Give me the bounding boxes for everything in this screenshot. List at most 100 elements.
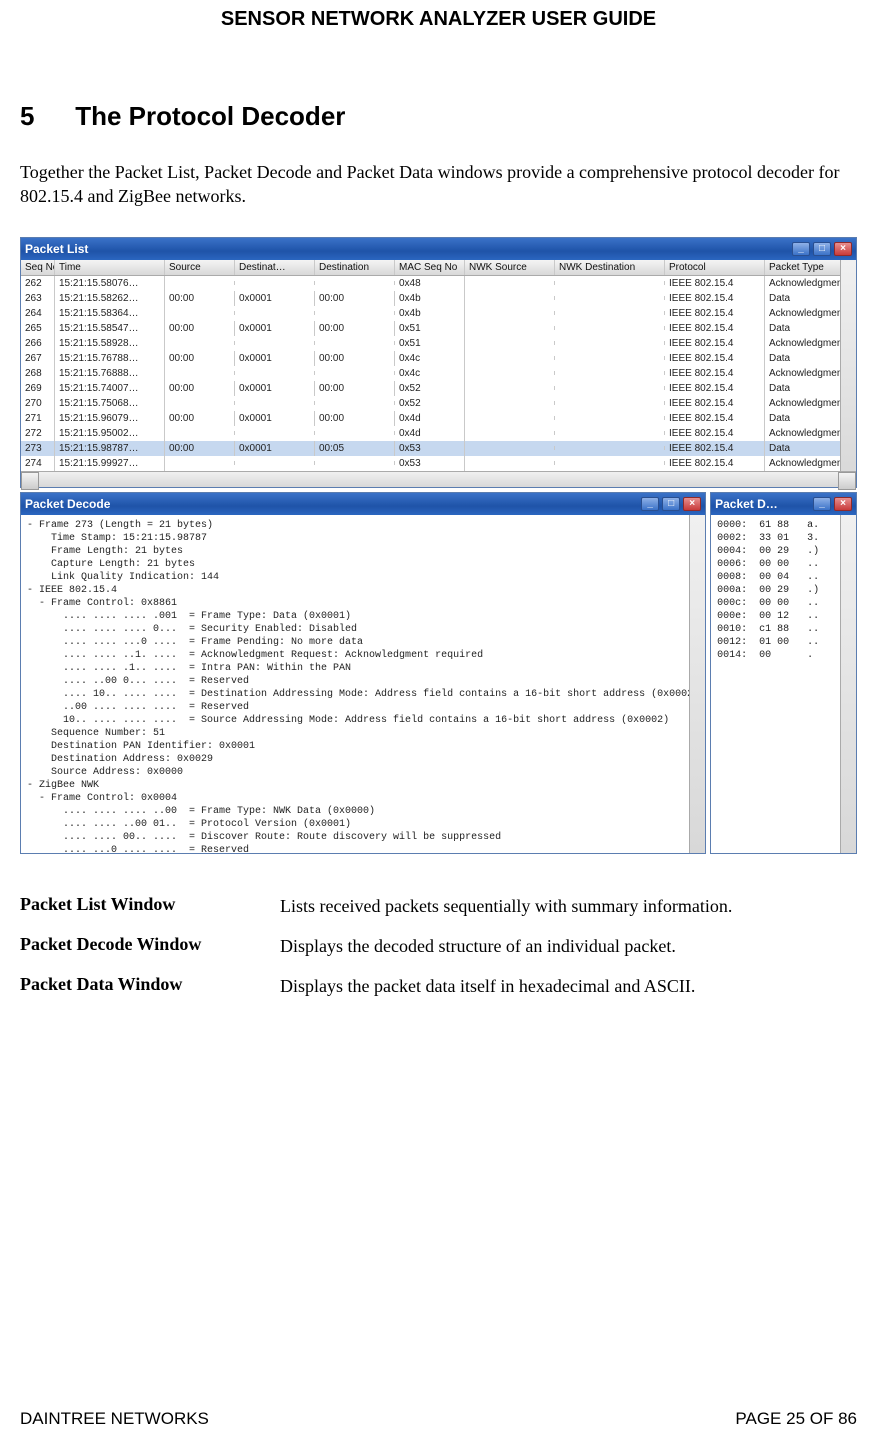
decode-line[interactable]: Link Quality Indication: 144 bbox=[27, 571, 699, 584]
decode-line[interactable]: .... ...0 .... .... = Reserved bbox=[27, 844, 699, 853]
decode-line[interactable]: .... .... .... .001 = Frame Type: Data (… bbox=[27, 610, 699, 623]
hex-line[interactable]: 000c: 00 00 .. bbox=[717, 597, 850, 610]
decode-line[interactable]: - Frame 273 (Length = 21 bytes) bbox=[27, 519, 699, 532]
table-cell: 15:21:15.58364… bbox=[55, 306, 165, 321]
minimize-icon[interactable]: _ bbox=[641, 497, 659, 511]
intro-paragraph: Together the Packet List, Packet Decode … bbox=[20, 160, 857, 209]
decode-line[interactable]: Frame Length: 21 bytes bbox=[27, 545, 699, 558]
decode-line[interactable]: .... .... ..1. .... = Acknowledgment Req… bbox=[27, 649, 699, 662]
close-icon[interactable]: × bbox=[834, 497, 852, 511]
packet-decode-titlebar[interactable]: Packet Decode _ □ × bbox=[21, 493, 705, 515]
table-cell: 15:21:15.74007… bbox=[55, 381, 165, 396]
table-cell bbox=[465, 371, 555, 375]
decode-line[interactable]: Destination PAN Identifier: 0x0001 bbox=[27, 740, 699, 753]
table-cell bbox=[165, 401, 235, 405]
definition-term: Packet Data Window bbox=[20, 974, 280, 998]
col-time[interactable]: Time bbox=[55, 260, 165, 275]
col-protocol[interactable]: Protocol bbox=[665, 260, 765, 275]
hex-line[interactable]: 000a: 00 29 .) bbox=[717, 584, 850, 597]
table-row[interactable]: 27115:21:15.96079…00:000x000100:000x4dIE… bbox=[21, 411, 856, 426]
col-nwk-dst[interactable]: NWK Destination bbox=[555, 260, 665, 275]
table-row[interactable]: 26715:21:15.76788…00:000x000100:000x4cIE… bbox=[21, 351, 856, 366]
decode-line[interactable]: .... .... .... 0... = Security Enabled: … bbox=[27, 623, 699, 636]
decode-line[interactable]: 10.. .... .... .... = Source Addressing … bbox=[27, 714, 699, 727]
packet-list-rows[interactable]: 26215:21:15.58076…0x48IEEE 802.15.4Ackno… bbox=[21, 276, 856, 471]
close-icon[interactable]: × bbox=[683, 497, 701, 511]
decode-line[interactable]: .... .... 00.. .... = Discover Route: Ro… bbox=[27, 831, 699, 844]
table-row[interactable]: 27415:21:15.99927…0x53IEEE 802.15.4Ackno… bbox=[21, 456, 856, 471]
decode-line[interactable]: .... .... .... ..00 = Frame Type: NWK Da… bbox=[27, 805, 699, 818]
decode-line[interactable]: .... .... ...0 .... = Frame Pending: No … bbox=[27, 636, 699, 649]
table-cell bbox=[465, 341, 555, 345]
vertical-scrollbar[interactable] bbox=[689, 515, 705, 853]
minimize-icon[interactable]: _ bbox=[792, 242, 810, 256]
hex-line[interactable]: 0010: c1 88 .. bbox=[717, 623, 850, 636]
table-cell: IEEE 802.15.4 bbox=[665, 351, 765, 366]
decode-line[interactable]: Source Address: 0x0000 bbox=[27, 766, 699, 779]
packet-decode-window: Packet Decode _ □ × - Frame 273 (Length … bbox=[20, 492, 706, 854]
table-cell bbox=[465, 356, 555, 360]
table-row[interactable]: 27215:21:15.95002…0x4dIEEE 802.15.4Ackno… bbox=[21, 426, 856, 441]
table-row[interactable]: 26215:21:15.58076…0x48IEEE 802.15.4Ackno… bbox=[21, 276, 856, 291]
close-icon[interactable]: × bbox=[834, 242, 852, 256]
table-cell: 262 bbox=[21, 276, 55, 291]
table-row[interactable]: 27015:21:15.75068…0x52IEEE 802.15.4Ackno… bbox=[21, 396, 856, 411]
maximize-icon[interactable]: □ bbox=[662, 497, 680, 511]
hex-line[interactable]: 0012: 01 00 .. bbox=[717, 636, 850, 649]
table-cell bbox=[555, 416, 665, 420]
col-mac-seq[interactable]: MAC Seq No bbox=[395, 260, 465, 275]
hex-line[interactable]: 0000: 61 88 a. bbox=[717, 519, 850, 532]
hex-line[interactable]: 000e: 00 12 .. bbox=[717, 610, 850, 623]
table-row[interactable]: 26915:21:15.74007…00:000x000100:000x52IE… bbox=[21, 381, 856, 396]
page-header: SENSOR NETWORK ANALYZER USER GUIDE bbox=[20, 0, 857, 31]
table-row[interactable]: 26415:21:15.58364…0x4bIEEE 802.15.4Ackno… bbox=[21, 306, 856, 321]
col-src[interactable]: Source bbox=[165, 260, 235, 275]
decode-line[interactable]: ..00 .... .... .... = Reserved bbox=[27, 701, 699, 714]
table-row[interactable]: 26815:21:15.76888…0x4cIEEE 802.15.4Ackno… bbox=[21, 366, 856, 381]
decode-line[interactable]: .... 10.. .... .... = Destination Addres… bbox=[27, 688, 699, 701]
horizontal-scrollbar[interactable] bbox=[21, 471, 856, 487]
col-destinat[interactable]: Destinat… bbox=[235, 260, 315, 275]
table-cell bbox=[165, 371, 235, 375]
table-cell: 0x4d bbox=[395, 426, 465, 441]
decode-line[interactable]: .... .... ..00 01.. = Protocol Version (… bbox=[27, 818, 699, 831]
decode-line[interactable]: .... ..00 0... .... = Reserved bbox=[27, 675, 699, 688]
table-cell: 0x52 bbox=[395, 396, 465, 411]
packet-list-titlebar[interactable]: Packet List _ □ × bbox=[21, 238, 856, 260]
table-row[interactable]: 27315:21:15.98787…00:000x000100:050x53IE… bbox=[21, 441, 856, 456]
table-cell: 00:00 bbox=[165, 291, 235, 306]
vertical-scrollbar[interactable] bbox=[840, 515, 856, 853]
decode-line[interactable]: .... .... .1.. .... = Intra PAN: Within … bbox=[27, 662, 699, 675]
col-destination[interactable]: Destination bbox=[315, 260, 395, 275]
table-cell: 15:21:15.58928… bbox=[55, 336, 165, 351]
maximize-icon[interactable]: □ bbox=[813, 242, 831, 256]
minimize-icon[interactable]: _ bbox=[813, 497, 831, 511]
decode-line[interactable]: - Frame Control: 0x8861 bbox=[27, 597, 699, 610]
col-nwk-src[interactable]: NWK Source bbox=[465, 260, 555, 275]
table-row[interactable]: 26315:21:15.58262…00:000x000100:000x4bIE… bbox=[21, 291, 856, 306]
hex-line[interactable]: 0006: 00 00 .. bbox=[717, 558, 850, 571]
table-cell: 00:00 bbox=[315, 291, 395, 306]
hex-line[interactable]: 0002: 33 01 3. bbox=[717, 532, 850, 545]
hex-line[interactable]: 0008: 00 04 .. bbox=[717, 571, 850, 584]
decode-line[interactable]: - IEEE 802.15.4 bbox=[27, 584, 699, 597]
decode-line[interactable]: Capture Length: 21 bytes bbox=[27, 558, 699, 571]
packet-data-body[interactable]: 0000: 61 88 a.0002: 33 01 3.0004: 00 29 … bbox=[711, 515, 856, 853]
packet-decode-body[interactable]: - Frame 273 (Length = 21 bytes) Time Sta… bbox=[21, 515, 705, 853]
decode-line[interactable]: - ZigBee NWK bbox=[27, 779, 699, 792]
decode-line[interactable]: Time Stamp: 15:21:15.98787 bbox=[27, 532, 699, 545]
table-row[interactable]: 26615:21:15.58928…0x51IEEE 802.15.4Ackno… bbox=[21, 336, 856, 351]
table-cell: 0x4c bbox=[395, 366, 465, 381]
vertical-scrollbar[interactable] bbox=[840, 260, 856, 487]
hex-line[interactable]: 0014: 00 . bbox=[717, 649, 850, 662]
packet-data-titlebar[interactable]: Packet D… _ × bbox=[711, 493, 856, 515]
table-cell: 0x53 bbox=[395, 456, 465, 471]
decode-line[interactable]: Destination Address: 0x0029 bbox=[27, 753, 699, 766]
packet-list-header-row[interactable]: Seq No Time Source Destinat… Destination… bbox=[21, 260, 856, 276]
decode-line[interactable]: - Frame Control: 0x0004 bbox=[27, 792, 699, 805]
table-cell: 15:21:15.58076… bbox=[55, 276, 165, 291]
decode-line[interactable]: Sequence Number: 51 bbox=[27, 727, 699, 740]
col-seq[interactable]: Seq No bbox=[21, 260, 55, 275]
hex-line[interactable]: 0004: 00 29 .) bbox=[717, 545, 850, 558]
table-row[interactable]: 26515:21:15.58547…00:000x000100:000x51IE… bbox=[21, 321, 856, 336]
